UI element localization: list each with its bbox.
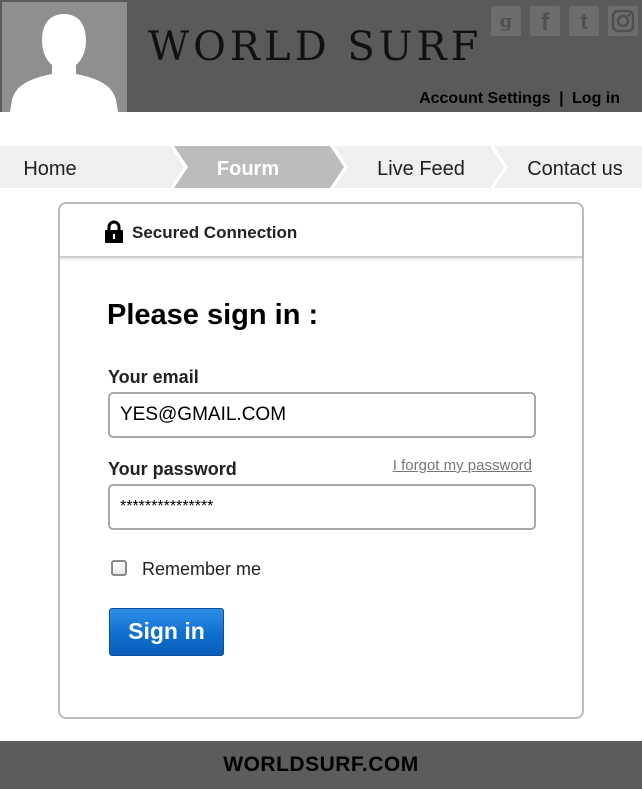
- remember-me-checkbox[interactable]: [111, 560, 127, 576]
- nav-item-home[interactable]: Home: [0, 146, 100, 188]
- instagram-icon[interactable]: [608, 6, 638, 36]
- sign-in-button[interactable]: Sign in: [109, 608, 224, 656]
- account-links: Account Settings | Log in: [419, 90, 620, 108]
- login-link[interactable]: Log in: [572, 90, 620, 107]
- secured-connection-label: Secured Connection: [132, 223, 298, 242]
- social-links: g f t: [491, 6, 638, 36]
- password-field[interactable]: ***************: [108, 484, 536, 530]
- facebook-icon[interactable]: f: [530, 6, 560, 36]
- avatar-placeholder: [2, 2, 127, 112]
- svg-text:f: f: [541, 9, 550, 33]
- footer-domain-text: WORLDSURF.COM: [223, 753, 419, 776]
- nav-item-live-feed[interactable]: Live Feed: [348, 146, 494, 188]
- svg-text:t: t: [580, 9, 588, 33]
- twitter-icon[interactable]: t: [569, 6, 599, 36]
- page-title: Please sign in :: [107, 299, 319, 331]
- main-nav: Home Fourm Live Feed Contact us: [0, 146, 642, 188]
- nav-item-fourm[interactable]: Fourm: [188, 146, 308, 188]
- password-label: Your password: [108, 459, 237, 479]
- site-header: WORLD SURF g f t Account Settings | Log …: [0, 0, 642, 112]
- nav-item-contact-us[interactable]: Contact us: [508, 146, 642, 188]
- link-separator: |: [559, 90, 564, 107]
- lock-icon: [105, 220, 123, 243]
- card-header: Secured Connection: [60, 204, 582, 258]
- remember-me-label[interactable]: Remember me: [142, 559, 261, 580]
- account-settings-link[interactable]: Account Settings: [419, 90, 551, 107]
- site-logo-text: WORLD SURF: [148, 24, 483, 70]
- google-plus-icon[interactable]: g: [491, 6, 521, 36]
- email-field[interactable]: YES@GMAIL.COM: [108, 392, 536, 438]
- svg-text:g: g: [500, 11, 513, 32]
- person-silhouette-icon: [10, 14, 118, 112]
- forgot-password-link[interactable]: I forgot my password: [393, 457, 532, 474]
- email-label: Your email: [108, 367, 199, 387]
- signin-card: Secured Connection Please sign in : Your…: [58, 202, 584, 719]
- site-footer: WORLDSURF.COM: [0, 741, 642, 789]
